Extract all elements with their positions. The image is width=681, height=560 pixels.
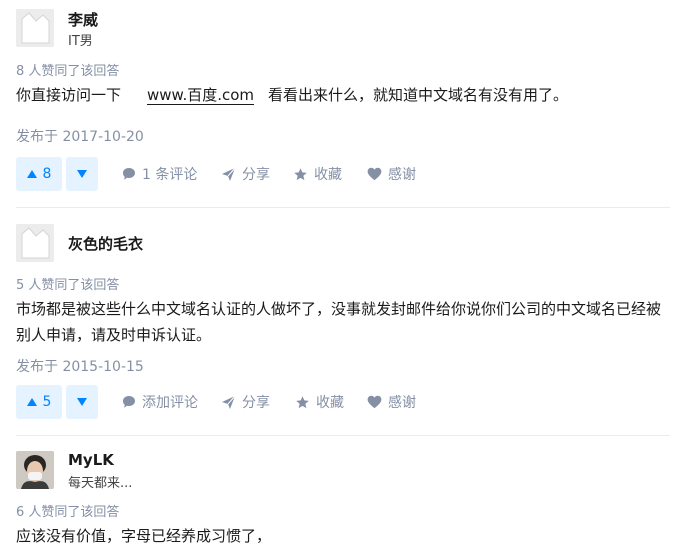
divider — [16, 207, 670, 208]
avatar-placeholder-icon — [16, 224, 54, 262]
collect-label: 收藏 — [316, 395, 344, 411]
action-bar: 8 1 条评论 分享 收藏 感谢 — [16, 157, 670, 191]
author-bio: IT男 — [68, 34, 93, 49]
star-icon — [294, 167, 307, 180]
heart-icon — [367, 395, 382, 409]
paper-plane-icon — [222, 395, 236, 409]
comment-button[interactable]: 添加评论 — [122, 385, 198, 419]
comment-icon — [123, 396, 135, 408]
vote-up-button[interactable]: 8 — [16, 157, 62, 191]
content-line: 别人申请，请及时申诉认证。 — [16, 326, 212, 344]
vote-up-button[interactable]: 5 — [16, 385, 62, 419]
collect-button[interactable]: 收藏 — [295, 385, 344, 419]
content-link[interactable]: www.百度.com — [147, 86, 255, 105]
content-text: 看看出来什么，就知道中文域名有没有用了。 — [268, 86, 569, 104]
publish-date[interactable]: 发布于 2015-10-15 — [16, 356, 144, 376]
vote-count-meta: 5 人赞同了该回答 — [16, 278, 120, 293]
share-label: 分享 — [242, 167, 270, 183]
author-name[interactable]: 李威 — [68, 9, 98, 30]
answer-item: 灰色的毛衣 5 人赞同了该回答 市场都是被这些什么中文域名认证的人做坏了，没事就… — [16, 224, 670, 424]
user-photo-icon — [16, 451, 54, 489]
paper-plane-icon — [222, 167, 236, 181]
vote-down-button[interactable] — [66, 157, 98, 191]
author-bio: 每天都来... — [68, 476, 133, 491]
answer-item: 李威 IT男 8 人赞同了该回答 你直接访问一下 www.百度.com 看看出来什么… — [16, 9, 670, 199]
comment-button[interactable]: 1 条评论 — [122, 157, 197, 191]
share-button[interactable]: 分享 — [221, 385, 270, 419]
avatar-placeholder-icon — [16, 9, 54, 47]
vote-up-count: 5 — [42, 394, 52, 410]
thanks-button[interactable]: 感谢 — [367, 157, 416, 191]
vote-down-button[interactable] — [66, 385, 98, 419]
answer-content: 市场都是被这些什么中文域名认证的人做坏了，没事就发封邮件给你说你们公司的中文域名… — [16, 296, 668, 348]
thanks-label: 感谢 — [388, 395, 416, 411]
action-bar: 5 添加评论 分享 收藏 感谢 — [16, 385, 670, 419]
content-line: 市场都是被这些什么中文域名认证的人做坏了，没事就发封邮件给你说你们公司的中文域名… — [16, 300, 662, 318]
thanks-button[interactable]: 感谢 — [367, 385, 416, 419]
divider — [16, 435, 670, 436]
answer-item: MyLK 每天都来... 6 人赞同了该回答 应该没有价值，字母已经养成习惯了， — [16, 451, 670, 560]
avatar[interactable] — [16, 224, 54, 262]
content-text: 你直接访问一下 — [16, 86, 122, 104]
collect-button[interactable]: 收藏 — [293, 157, 342, 191]
avatar[interactable] — [16, 451, 54, 489]
vote-count-meta: 8 人赞同了该回答 — [16, 64, 120, 79]
heart-icon — [367, 167, 382, 181]
avatar[interactable] — [16, 9, 54, 47]
triangle-down-icon — [77, 398, 87, 406]
triangle-up-icon — [26, 398, 37, 406]
comment-icon — [123, 168, 135, 180]
thanks-label: 感谢 — [388, 167, 416, 183]
answer-content: 应该没有价值，字母已经养成习惯了， — [16, 527, 272, 545]
share-label: 分享 — [242, 395, 270, 411]
star-icon — [296, 395, 309, 408]
comment-label: 添加评论 — [142, 395, 198, 411]
collect-label: 收藏 — [314, 167, 342, 183]
author-name[interactable]: MyLK — [68, 451, 114, 469]
vote-up-count: 8 — [42, 166, 52, 182]
triangle-up-icon — [26, 170, 37, 178]
share-button[interactable]: 分享 — [221, 157, 270, 191]
author-name[interactable]: 灰色的毛衣 — [68, 233, 143, 254]
triangle-down-icon — [77, 170, 87, 178]
vote-count-meta: 6 人赞同了该回答 — [16, 505, 120, 520]
answer-content: 你直接访问一下 www.百度.com 看看出来什么，就知道中文域名有没有用了。 — [16, 82, 668, 108]
comment-label: 1 条评论 — [142, 167, 198, 183]
publish-date[interactable]: 发布于 2017-10-20 — [16, 126, 144, 146]
